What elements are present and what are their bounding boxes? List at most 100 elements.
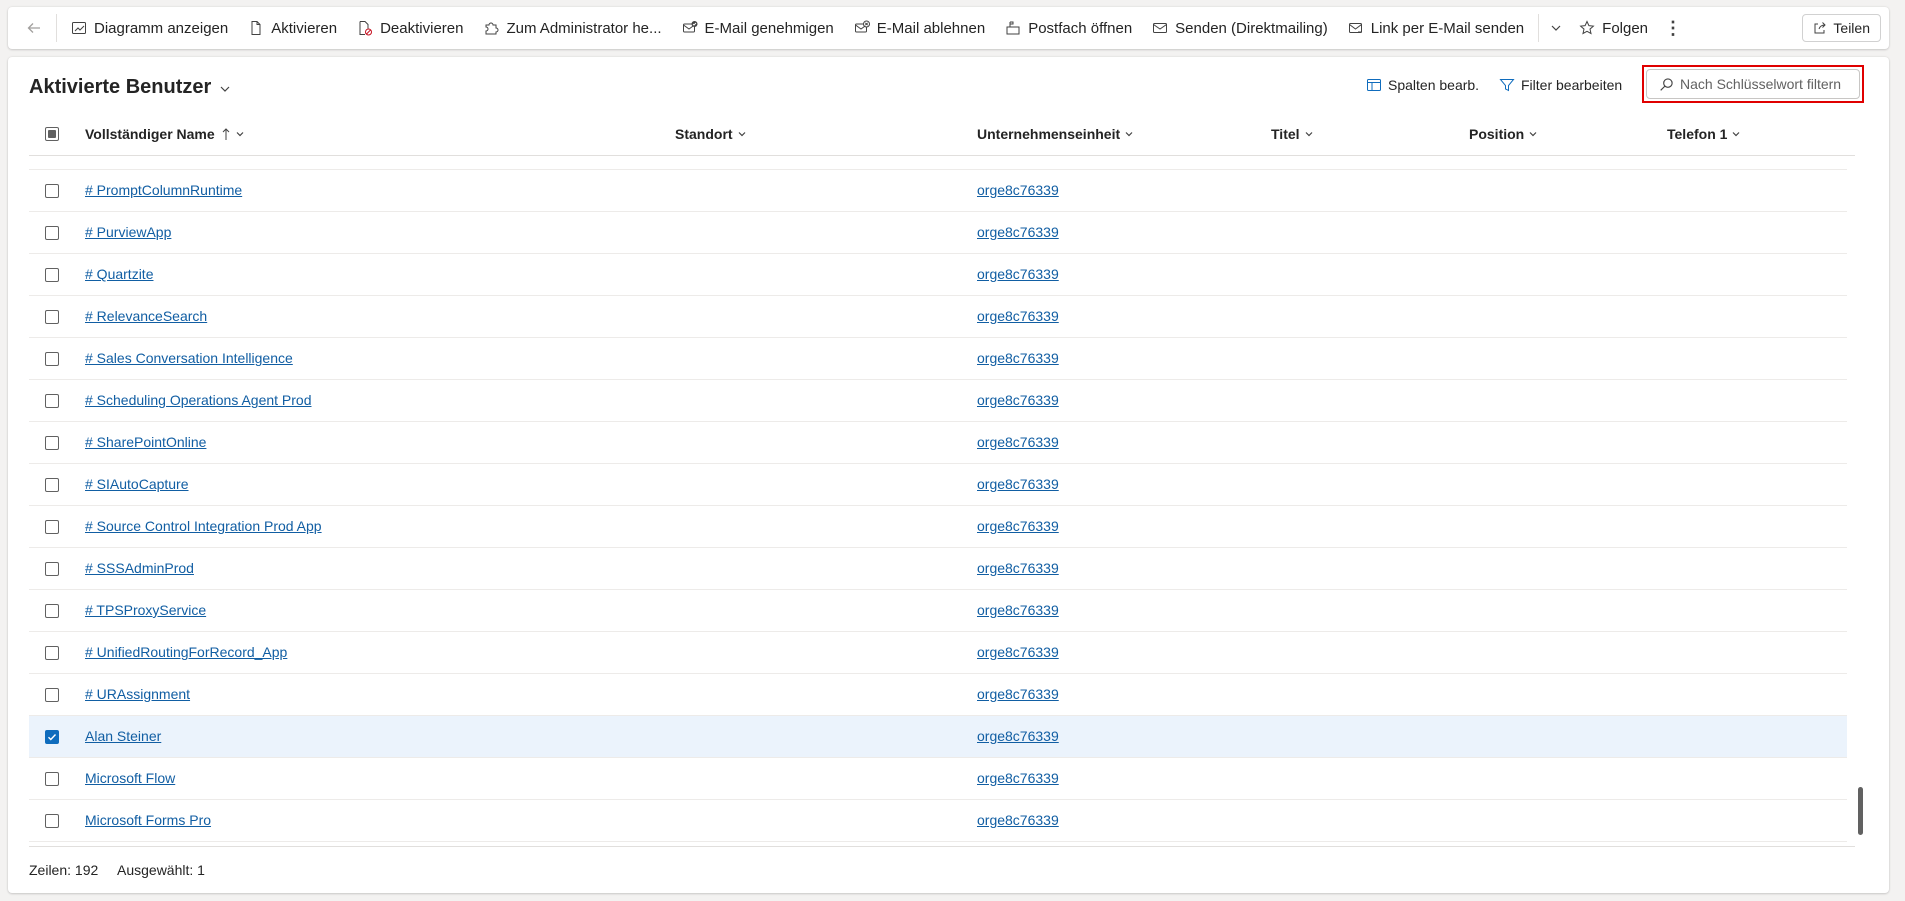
table-row[interactable]: Microsoft Forms Pro orge8c76339 xyxy=(29,800,1847,842)
checkbox-icon xyxy=(45,646,59,660)
search-icon xyxy=(1660,77,1673,91)
business-unit-link[interactable]: orge8c76339 xyxy=(977,476,1059,492)
full-name-link[interactable]: # SIAutoCapture xyxy=(85,476,189,492)
mail-dismiss-icon xyxy=(854,20,870,33)
table-row[interactable]: # Quartzite orge8c76339 xyxy=(29,254,1847,296)
checkbox-icon xyxy=(45,268,59,282)
approve-email-button[interactable]: E-Mail genehmigen xyxy=(672,10,844,46)
row-checkbox[interactable] xyxy=(45,226,59,240)
chevron-down-icon xyxy=(1305,132,1312,137)
column-header-phone[interactable]: Telefon 1 xyxy=(1667,112,1741,156)
more-commands-dropdown[interactable] xyxy=(1543,10,1569,46)
table-row[interactable]: # PromptColumnRuntime orge8c76339 xyxy=(29,170,1847,212)
business-unit-link[interactable]: orge8c76339 xyxy=(977,812,1059,828)
table-row[interactable]: # TPSProxyService orge8c76339 xyxy=(29,590,1847,632)
deactivate-button[interactable]: Deaktivieren xyxy=(347,10,473,46)
back-button[interactable] xyxy=(16,10,52,46)
business-unit-link[interactable]: orge8c76339 xyxy=(977,308,1059,324)
view-selector[interactable]: Aktivierte Benutzer xyxy=(29,76,231,99)
column-header-full-name[interactable]: Vollständiger Name xyxy=(85,112,245,156)
business-unit-link[interactable]: orge8c76339 xyxy=(977,182,1059,198)
full-name-link[interactable]: # TPSProxyService xyxy=(85,602,206,618)
select-all-checkbox[interactable] xyxy=(45,112,59,156)
full-name-link[interactable]: # Quartzite xyxy=(85,266,153,282)
row-checkbox[interactable] xyxy=(45,436,59,450)
full-name-link[interactable]: # PurviewApp xyxy=(85,224,171,240)
filter-icon xyxy=(1499,79,1515,92)
business-unit-link[interactable]: orge8c76339 xyxy=(977,644,1059,660)
approve-email-label: E-Mail genehmigen xyxy=(704,19,834,37)
full-name-link[interactable]: Alan Steiner xyxy=(85,728,161,744)
reject-email-button[interactable]: E-Mail ablehnen xyxy=(844,10,995,46)
row-checkbox[interactable] xyxy=(45,184,59,198)
row-checkbox[interactable] xyxy=(45,604,59,618)
column-header-location[interactable]: Standort xyxy=(675,112,747,156)
business-unit-link[interactable]: orge8c76339 xyxy=(977,434,1059,450)
open-mailbox-button[interactable]: Postfach öffnen xyxy=(995,10,1142,46)
business-unit-link[interactable]: orge8c76339 xyxy=(977,266,1059,282)
vertical-scrollbar[interactable] xyxy=(1858,787,1863,835)
table-row[interactable]: # Source Control Integration Prod App or… xyxy=(29,506,1847,548)
table-row[interactable]: # SharePointOnline orge8c76339 xyxy=(29,422,1847,464)
table-row[interactable]: # Scheduling Operations Agent Prod orge8… xyxy=(29,380,1847,422)
business-unit-link[interactable]: orge8c76339 xyxy=(977,560,1059,576)
business-unit-link[interactable]: orge8c76339 xyxy=(977,392,1059,408)
column-header-position[interactable]: Position xyxy=(1469,112,1538,156)
email-link-button[interactable]: Link per E-Mail senden xyxy=(1338,10,1534,46)
table-row[interactable] xyxy=(29,156,1847,170)
keyword-filter-input[interactable] xyxy=(1680,76,1850,92)
table-row[interactable]: # SSSAdminProd orge8c76339 xyxy=(29,548,1847,590)
business-unit-link[interactable]: orge8c76339 xyxy=(977,770,1059,786)
column-header-business-unit[interactable]: Unternehmenseinheit xyxy=(977,112,1134,156)
follow-button[interactable]: Folgen xyxy=(1569,10,1658,46)
business-unit-link[interactable]: orge8c76339 xyxy=(977,602,1059,618)
table-row[interactable]: # Sales Conversation Intelligence orge8c… xyxy=(29,338,1847,380)
full-name-link[interactable]: Microsoft Flow xyxy=(85,770,175,786)
table-row[interactable]: Microsoft Flow orge8c76339 xyxy=(29,758,1847,800)
table-row[interactable]: # URAssignment orge8c76339 xyxy=(29,674,1847,716)
edit-filters-button[interactable]: Filter bearbeiten xyxy=(1499,77,1622,93)
full-name-link[interactable]: # RelevanceSearch xyxy=(85,308,207,324)
table-row-selected[interactable]: Alan Steiner orge8c76339 xyxy=(29,716,1847,758)
row-checkbox[interactable] xyxy=(45,520,59,534)
promote-to-admin-button[interactable]: Zum Administrator he... xyxy=(473,10,671,46)
full-name-link[interactable]: # UnifiedRoutingForRecord_App xyxy=(85,644,287,660)
full-name-link[interactable]: # URAssignment xyxy=(85,686,190,702)
full-name-link[interactable]: Microsoft Forms Pro xyxy=(85,812,211,828)
full-name-link[interactable]: # Scheduling Operations Agent Prod xyxy=(85,392,312,408)
full-name-link[interactable]: # SharePointOnline xyxy=(85,434,206,450)
row-checkbox[interactable] xyxy=(45,772,59,786)
business-unit-link[interactable]: orge8c76339 xyxy=(977,518,1059,534)
row-checkbox[interactable] xyxy=(45,646,59,660)
full-name-link[interactable]: # Sales Conversation Intelligence xyxy=(85,350,293,366)
row-checkbox[interactable] xyxy=(45,814,59,828)
row-checkbox[interactable] xyxy=(45,310,59,324)
business-unit-link[interactable]: orge8c76339 xyxy=(977,224,1059,240)
send-direct-mail-button[interactable]: Senden (Direktmailing) xyxy=(1142,10,1338,46)
row-checkbox[interactable] xyxy=(45,562,59,576)
full-name-link[interactable]: # Source Control Integration Prod App xyxy=(85,518,322,534)
full-name-link[interactable]: # PromptColumnRuntime xyxy=(85,182,242,198)
show-chart-button[interactable]: Diagramm anzeigen xyxy=(61,10,238,46)
row-checkbox[interactable] xyxy=(45,394,59,408)
row-checkbox[interactable] xyxy=(45,268,59,282)
column-header-title[interactable]: Titel xyxy=(1271,112,1314,156)
chevron-down-icon xyxy=(1732,132,1740,137)
business-unit-link[interactable]: orge8c76339 xyxy=(977,686,1059,702)
row-checkbox[interactable] xyxy=(45,478,59,492)
table-row[interactable]: # RelevanceSearch orge8c76339 xyxy=(29,296,1847,338)
table-row[interactable]: # PurviewApp orge8c76339 xyxy=(29,212,1847,254)
table-row[interactable]: # UnifiedRoutingForRecord_App orge8c7633… xyxy=(29,632,1847,674)
business-unit-link[interactable]: orge8c76339 xyxy=(977,728,1059,744)
activate-button[interactable]: Aktivieren xyxy=(238,10,347,46)
row-checkbox[interactable] xyxy=(45,688,59,702)
share-button[interactable]: Teilen xyxy=(1802,14,1881,42)
keyword-filter-box[interactable] xyxy=(1646,69,1860,99)
row-checkbox[interactable] xyxy=(45,730,59,744)
edit-columns-button[interactable]: Spalten bearb. xyxy=(1366,77,1479,93)
row-checkbox[interactable] xyxy=(45,352,59,366)
business-unit-link[interactable]: orge8c76339 xyxy=(977,350,1059,366)
full-name-link[interactable]: # SSSAdminProd xyxy=(85,560,194,576)
table-row[interactable]: # SIAutoCapture orge8c76339 xyxy=(29,464,1847,506)
overflow-menu-button[interactable]: ⋮ xyxy=(1658,10,1688,46)
